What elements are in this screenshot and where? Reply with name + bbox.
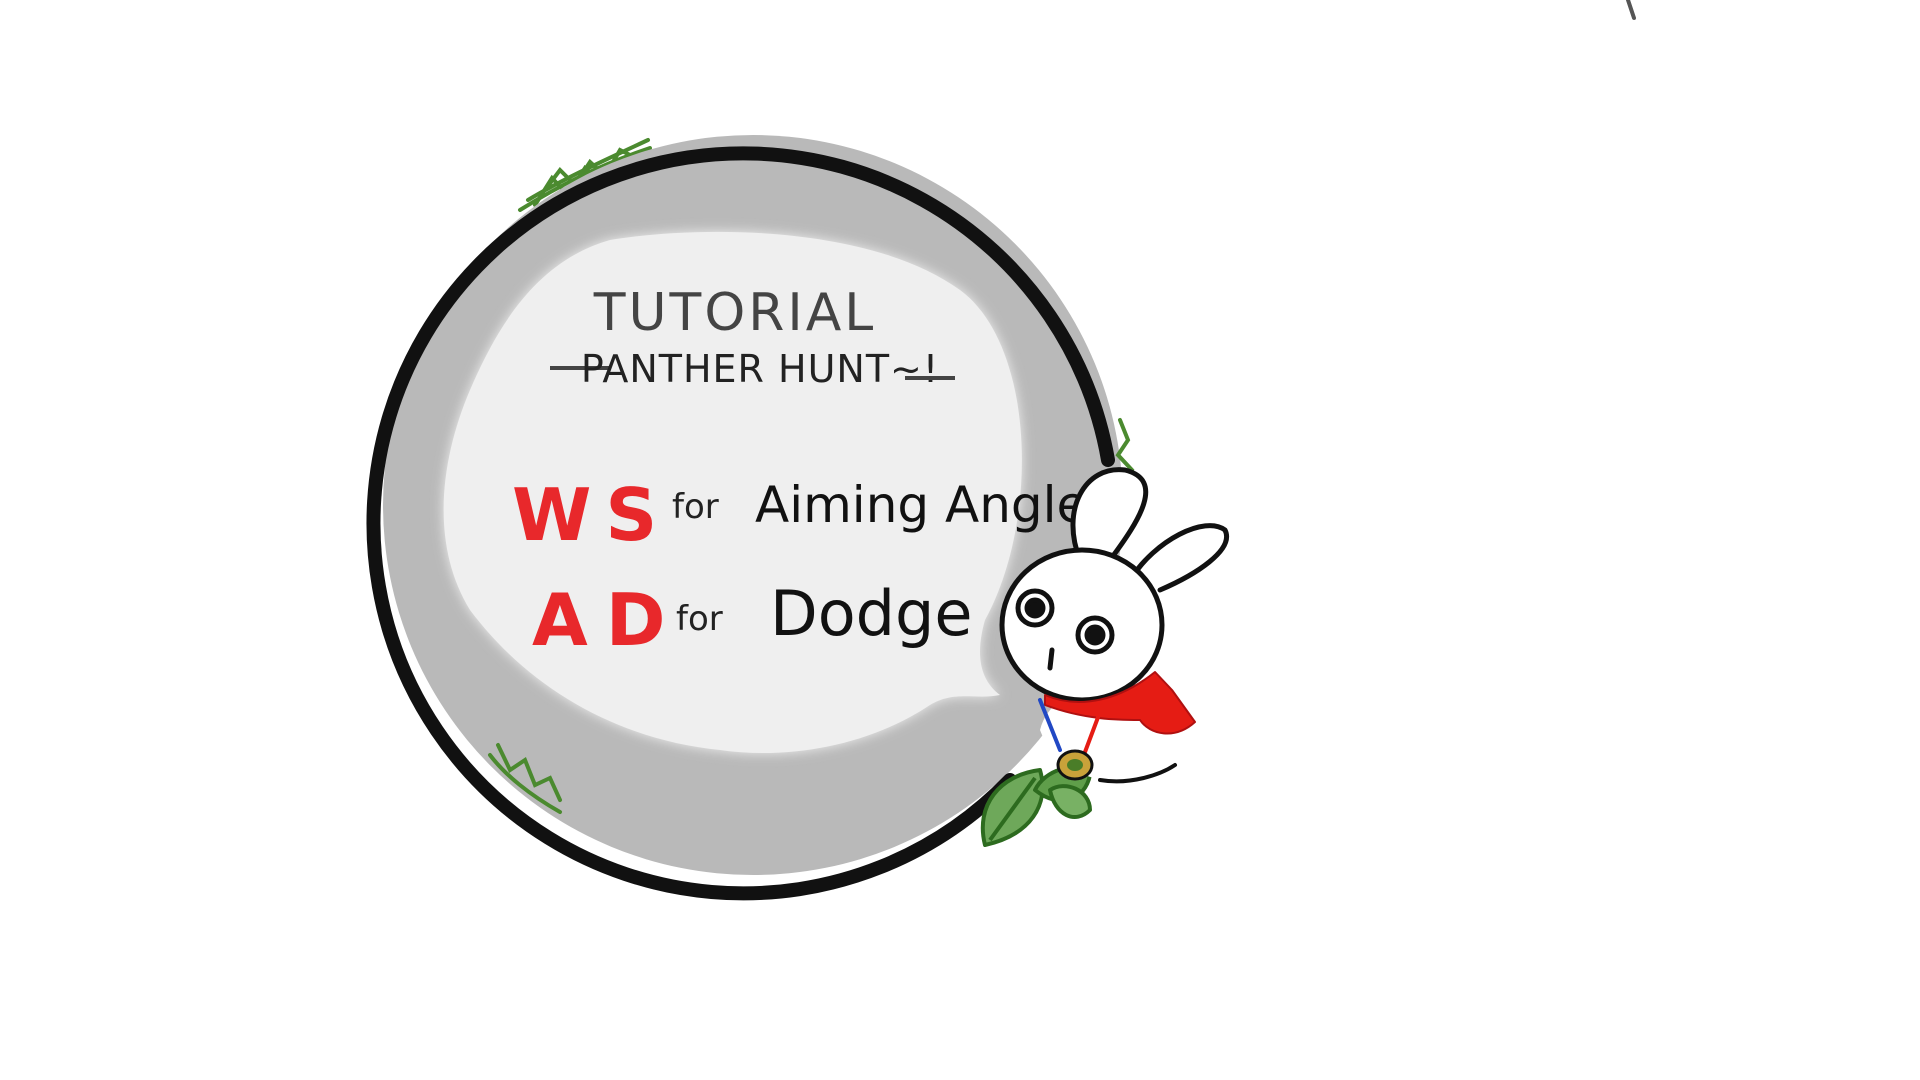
control-connector-aim: for bbox=[672, 487, 719, 527]
game-screen: TUTORIAL PANTHER HUNT~! WS for Aiming An… bbox=[0, 0, 1920, 1080]
tutorial-title: TUTORIAL bbox=[593, 283, 877, 343]
stray-ink-mark bbox=[1626, 0, 1636, 20]
control-action-dodge: Dodge bbox=[770, 577, 973, 650]
control-action-aim: Aiming Angle bbox=[755, 476, 1087, 534]
control-connector-dodge: for bbox=[676, 599, 723, 639]
tutorial-subtitle: PANTHER HUNT~! bbox=[581, 347, 939, 391]
tutorial-scene: TUTORIAL PANTHER HUNT~! WS for Aiming An… bbox=[366, 0, 1636, 901]
control-keys-dodge: AD bbox=[532, 578, 684, 662]
medal-icon bbox=[1056, 749, 1094, 781]
control-keys-aim: WS bbox=[512, 473, 671, 557]
